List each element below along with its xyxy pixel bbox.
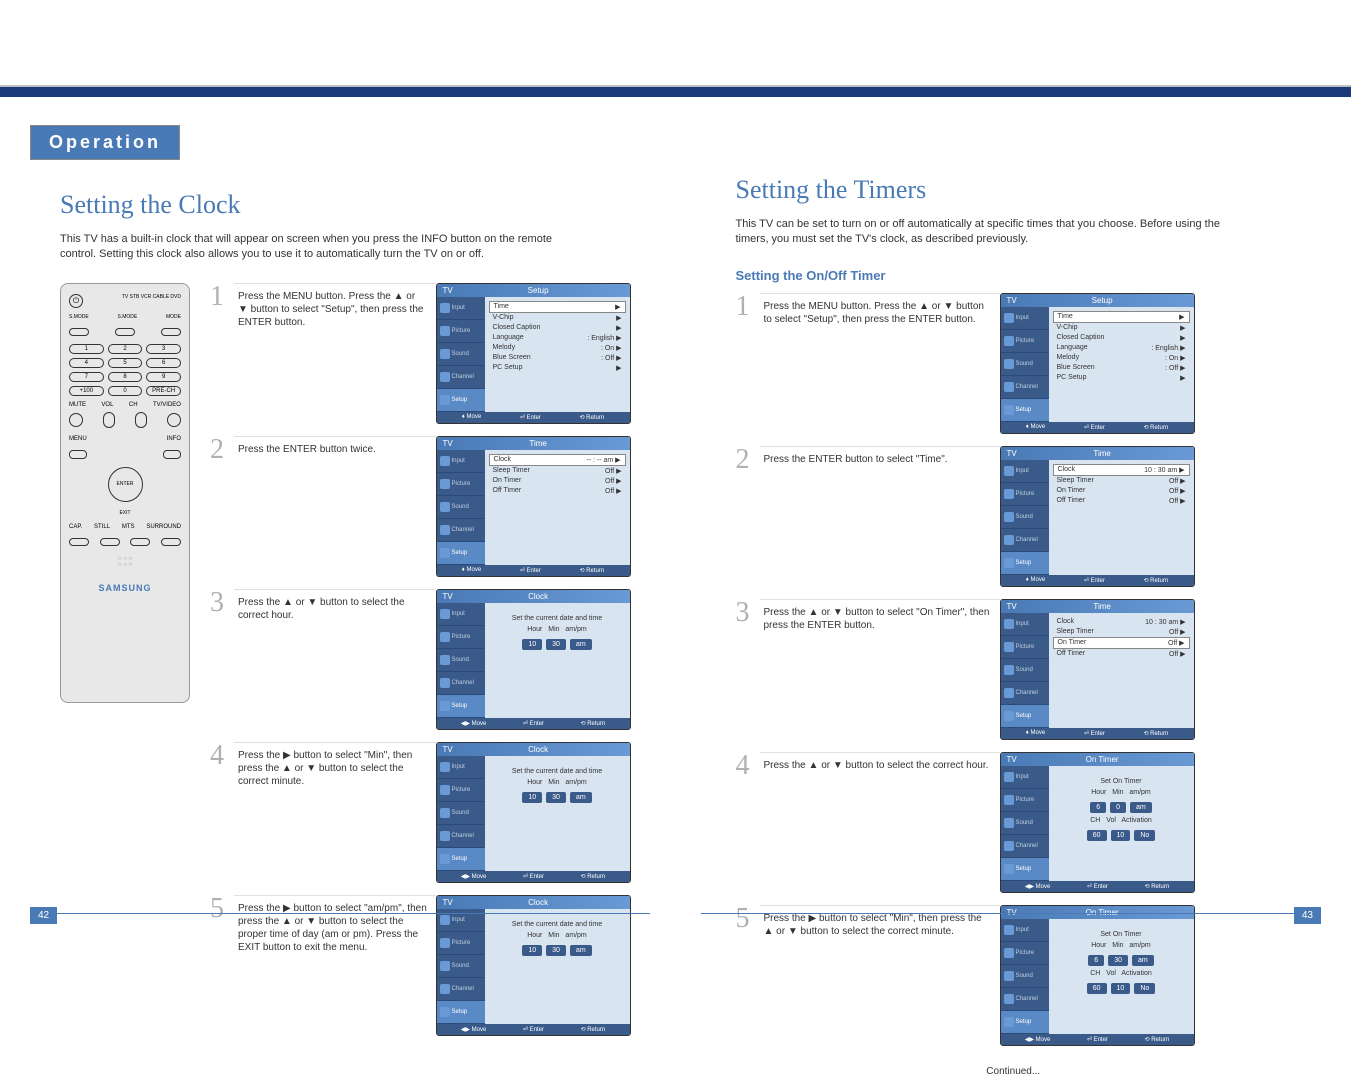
left-page: Operation Setting the Clock This TV has …: [0, 0, 676, 954]
smode-label2: S.MODE: [118, 314, 138, 320]
onoff-timer-title: Setting the On/Off Timer: [736, 268, 1292, 283]
num-1: 1: [69, 344, 104, 354]
page-number-right: 43: [1294, 907, 1321, 924]
step-number: 4: [210, 742, 234, 883]
page-bar: [30, 913, 650, 914]
source-buttons: TV STB VCR CABLE DVD: [122, 294, 181, 308]
mts-label: MTS: [122, 524, 135, 530]
remote-control: ⏻ TV STB VCR CABLE DVD S.MODE S.MODE MOD…: [60, 283, 190, 703]
step-text: Press the MENU button. Press the ▲ or ▼ …: [760, 293, 1000, 434]
clock-content: ⏻ TV STB VCR CABLE DVD S.MODE S.MODE MOD…: [60, 283, 636, 1048]
page-number-left: 42: [30, 907, 57, 924]
num-prech: PRE-CH: [146, 386, 181, 396]
num-6: 6: [146, 358, 181, 368]
osd-clock-ampm: TVClock Input Picture Sound Channel Setu…: [436, 895, 636, 1036]
step-text: Press the ▶ button to select "am/pm", th…: [234, 895, 436, 1036]
clock-intro-text: This TV has a built-in clock that will a…: [60, 232, 580, 263]
step-text: Press the ▲ or ▼ button to select the co…: [234, 589, 436, 730]
step-number: 2: [210, 436, 234, 577]
clock-steps: 1 Press the MENU button. Press the ▲ or …: [210, 283, 636, 1048]
osd-clock-hour: TVClock Input Picture Sound Channel Setu…: [436, 589, 636, 730]
ch-button: [135, 412, 147, 428]
osd-ontimer-min: TVOn Timer Input Picture Sound Channel S…: [1000, 905, 1200, 1046]
num-3: 3: [146, 344, 181, 354]
step-text: Press the ▶ button to select "Min", then…: [760, 905, 1000, 1046]
exit-label: EXIT: [69, 510, 181, 516]
power-button: ⏻: [69, 294, 83, 308]
remote-dots: ○ ○ ○○ ○ ○: [69, 556, 181, 568]
osd-timer-ontimer-select: TVTime Input Picture Sound Channel Setup…: [1000, 599, 1200, 740]
samsung-logo: SAMSUNG: [69, 583, 181, 593]
osd-timer-setup: TVSetup Input Picture Sound Channel Setu…: [1000, 293, 1200, 434]
osd-time: TVTime Input Picture Sound Channel Setup: [436, 436, 636, 577]
step-number: 3: [736, 599, 760, 740]
page-bar: [701, 913, 1321, 914]
tvvideo-button: [167, 413, 181, 427]
step-number: 1: [210, 283, 234, 424]
operation-heading: Operation: [30, 125, 180, 160]
step-number: 1: [736, 293, 760, 434]
step-text: Press the MENU button. Press the ▲ or ▼ …: [234, 283, 436, 424]
step-2: 2 Press the ENTER button twice. TVTime I…: [210, 436, 636, 577]
step-text: Press the ▲ or ▼ button to select the co…: [760, 752, 1000, 893]
step-number: 5: [736, 905, 760, 1046]
osd-clock-min: TVClock Input Picture Sound Channel Setu…: [436, 742, 636, 883]
main-container: Operation Setting the Clock This TV has …: [0, 0, 1351, 954]
smode-label: S.MODE: [69, 314, 89, 320]
vol-label: VOL: [101, 402, 113, 408]
ch-label: CH: [129, 402, 138, 408]
num-0: 0: [108, 386, 143, 396]
menu-label: MENU: [69, 436, 87, 442]
right-page: Setting the Timers This TV can be set to…: [676, 0, 1351, 954]
vol-button: [103, 412, 115, 428]
timer-steps: 1 Press the MENU button. Press the ▲ or …: [736, 293, 1292, 1046]
osd-timer-time: TVTime Input Picture Sound Channel Setup…: [1000, 446, 1200, 587]
step-4: 4 Press the ▶ button to select "Min", th…: [210, 742, 636, 883]
num-5: 5: [108, 358, 143, 368]
mute-button: [69, 413, 83, 427]
timer-step-4: 4 Press the ▲ or ▼ button to select the …: [736, 752, 1292, 893]
still-label: STILL: [94, 524, 110, 530]
osd-ontimer-hour: TVOn Timer Input Picture Sound Channel S…: [1000, 752, 1200, 893]
setting-timers-title: Setting the Timers: [736, 175, 1292, 205]
step-text: Press the ▶ button to select "Min", then…: [234, 742, 436, 883]
step-number: 5: [210, 895, 234, 1036]
info-label: INFO: [167, 436, 181, 442]
remote-container: ⏻ TV STB VCR CABLE DVD S.MODE S.MODE MOD…: [60, 283, 210, 1048]
setting-clock-title: Setting the Clock: [60, 190, 636, 220]
osd-setup: TVSetup Input Picture Sound Channel Setu…: [436, 283, 636, 424]
num-9: 9: [146, 372, 181, 382]
continued-text: Continued...: [736, 1066, 1292, 1077]
num-8: 8: [108, 372, 143, 382]
cap-label: CAP.: [69, 524, 82, 530]
num-2: 2: [108, 344, 143, 354]
timer-step-5: 5 Press the ▶ button to select "Min", th…: [736, 905, 1292, 1046]
num-7: 7: [69, 372, 104, 382]
step-1: 1 Press the MENU button. Press the ▲ or …: [210, 283, 636, 424]
step-3: 3 Press the ▲ or ▼ button to select the …: [210, 589, 636, 730]
step-5: 5 Press the ▶ button to select "am/pm", …: [210, 895, 636, 1036]
timer-step-3: 3 Press the ▲ or ▼ button to select "On …: [736, 599, 1292, 740]
enter-button: ENTER: [108, 467, 143, 502]
step-text: Press the ▲ or ▼ button to select "On Ti…: [760, 599, 1000, 740]
mode-label: MODE: [166, 314, 181, 320]
num-4: 4: [69, 358, 104, 368]
num-100: +100: [69, 386, 104, 396]
step-number: 3: [210, 589, 234, 730]
mute-label: MUTE: [69, 402, 86, 408]
step-text: Press the ENTER button to select "Time".: [760, 446, 1000, 587]
step-text: Press the ENTER button twice.: [234, 436, 436, 577]
tvvideo-label: TV/VIDEO: [153, 402, 181, 408]
surround-label: SURROUND: [146, 524, 181, 530]
step-number: 2: [736, 446, 760, 587]
timer-step-1: 1 Press the MENU button. Press the ▲ or …: [736, 293, 1292, 434]
timer-step-2: 2 Press the ENTER button to select "Time…: [736, 446, 1292, 587]
timers-intro-text: This TV can be set to turn on or off aut…: [736, 217, 1256, 248]
step-number: 4: [736, 752, 760, 893]
